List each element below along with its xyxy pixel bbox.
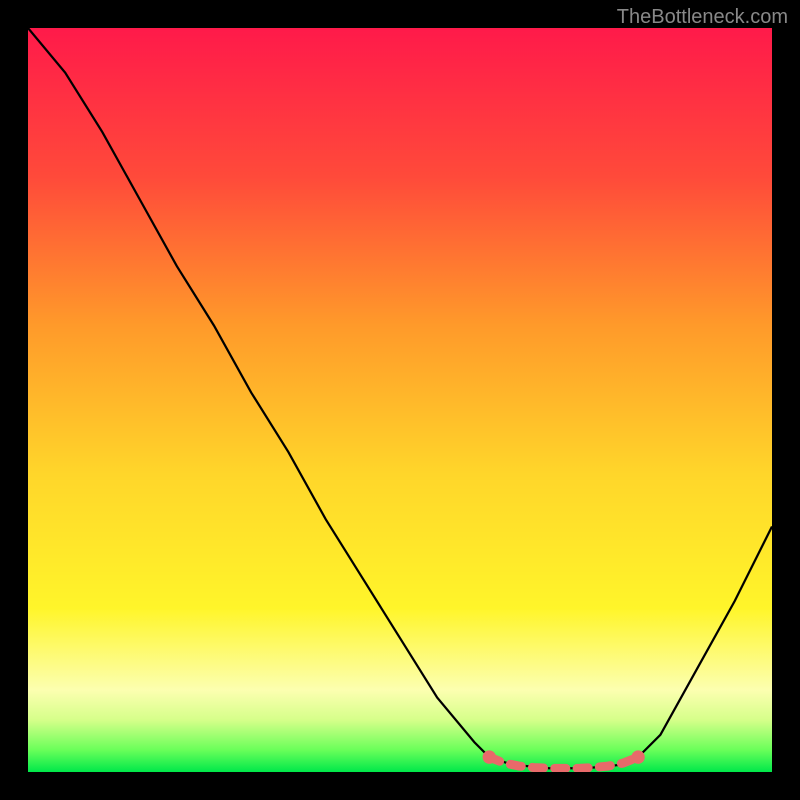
plot-area (28, 28, 772, 772)
watermark-text: TheBottleneck.com (617, 6, 788, 29)
gradient-background (28, 28, 772, 772)
